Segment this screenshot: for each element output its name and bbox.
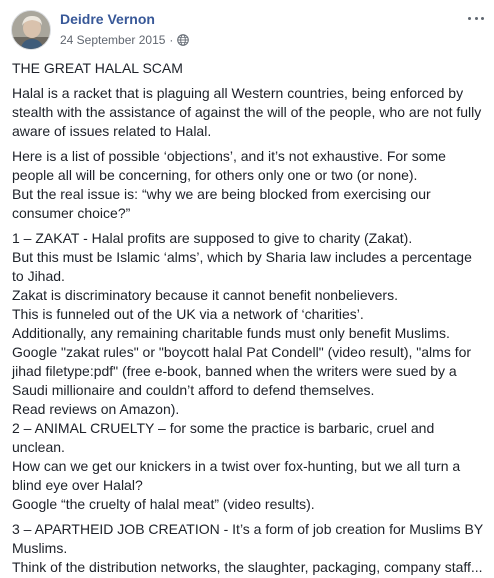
post-text-line: Saudi millionaire and couldn’t afford to… xyxy=(12,382,375,398)
post-text-line: consumer choice?” xyxy=(12,205,131,221)
post-text-line: people all will be concerning, for other… xyxy=(12,167,418,183)
post-paragraph: THE GREAT HALAL SCAM xyxy=(12,59,488,78)
post-date[interactable]: 24 September 2015 xyxy=(60,33,165,47)
post-text-line: But the real issue is: “why we are being… xyxy=(12,186,431,202)
post-paragraph: 1 – ZAKAT - Halal profits are supposed t… xyxy=(12,229,488,514)
post-text-line: Here is a list of possible ‘objections’,… xyxy=(12,148,446,164)
post-paragraph: 3 – APARTHEID JOB CREATION - It’s a form… xyxy=(12,520,488,577)
post-text-line: 2 – ANIMAL CRUELTY – for some the practi… xyxy=(12,420,435,436)
menu-dot xyxy=(474,16,478,20)
post-text-line: Halal is a racket that is plaguing all W… xyxy=(12,85,464,101)
post-text-line: aware of issues related to Halal. xyxy=(12,123,212,139)
post-text-line: unclean. xyxy=(12,439,65,455)
post-text-line: Google “the cruelty of halal meat” (vide… xyxy=(12,496,315,512)
post-text-line: Google "zakat rules" or "boycott halal P… xyxy=(12,344,472,360)
post-meta: 24 September 2015 · xyxy=(60,33,190,47)
post-text-line: Read reviews on Amazon). xyxy=(12,401,180,417)
post-text-line: How can we get our knickers in a twist o… xyxy=(12,458,461,474)
avatar-photo xyxy=(12,11,50,49)
meta-separator: · xyxy=(169,33,174,47)
author-avatar[interactable] xyxy=(11,10,51,50)
facebook-post: Deidre Vernon 24 September 2015 · THE GR… xyxy=(0,0,494,578)
post-text-line: Muslims. xyxy=(12,540,68,556)
post-text-line: stealth with the assistance of against t… xyxy=(12,104,482,120)
post-text-line: to Jihad. xyxy=(12,268,65,284)
post-text-line: But this must be Islamic ‘alms’, which b… xyxy=(12,249,472,265)
post-text-line: Additionally, any remaining charitable f… xyxy=(12,325,450,341)
globe-icon[interactable] xyxy=(177,34,190,46)
post-text-line: 3 – APARTHEID JOB CREATION - It’s a form… xyxy=(12,521,484,537)
post-text-line: THE GREAT HALAL SCAM xyxy=(12,60,183,76)
menu-dot xyxy=(481,16,484,20)
post-text-line: Zakat is discriminatory because it canno… xyxy=(12,287,398,303)
menu-dot xyxy=(468,16,471,20)
post-text-line: This is funneled out of the UK via a net… xyxy=(12,306,364,322)
author-name[interactable]: Deidre Vernon xyxy=(60,11,155,27)
post-text-line: Think of the distribution networks, the … xyxy=(12,559,483,575)
post-text-line: 1 – ZAKAT - Halal profits are supposed t… xyxy=(12,230,413,246)
post-text-line: jihad filetype:pdf" (free e-book, banned… xyxy=(12,363,457,379)
post-paragraph: Here is a list of possible ‘objections’,… xyxy=(12,147,488,223)
post-paragraph: Halal is a racket that is plaguing all W… xyxy=(12,84,488,141)
more-options-icon[interactable] xyxy=(466,10,486,26)
post-text-line: blind eye over Halal? xyxy=(12,477,143,493)
post-body: THE GREAT HALAL SCAM Halal is a racket th… xyxy=(12,59,488,578)
